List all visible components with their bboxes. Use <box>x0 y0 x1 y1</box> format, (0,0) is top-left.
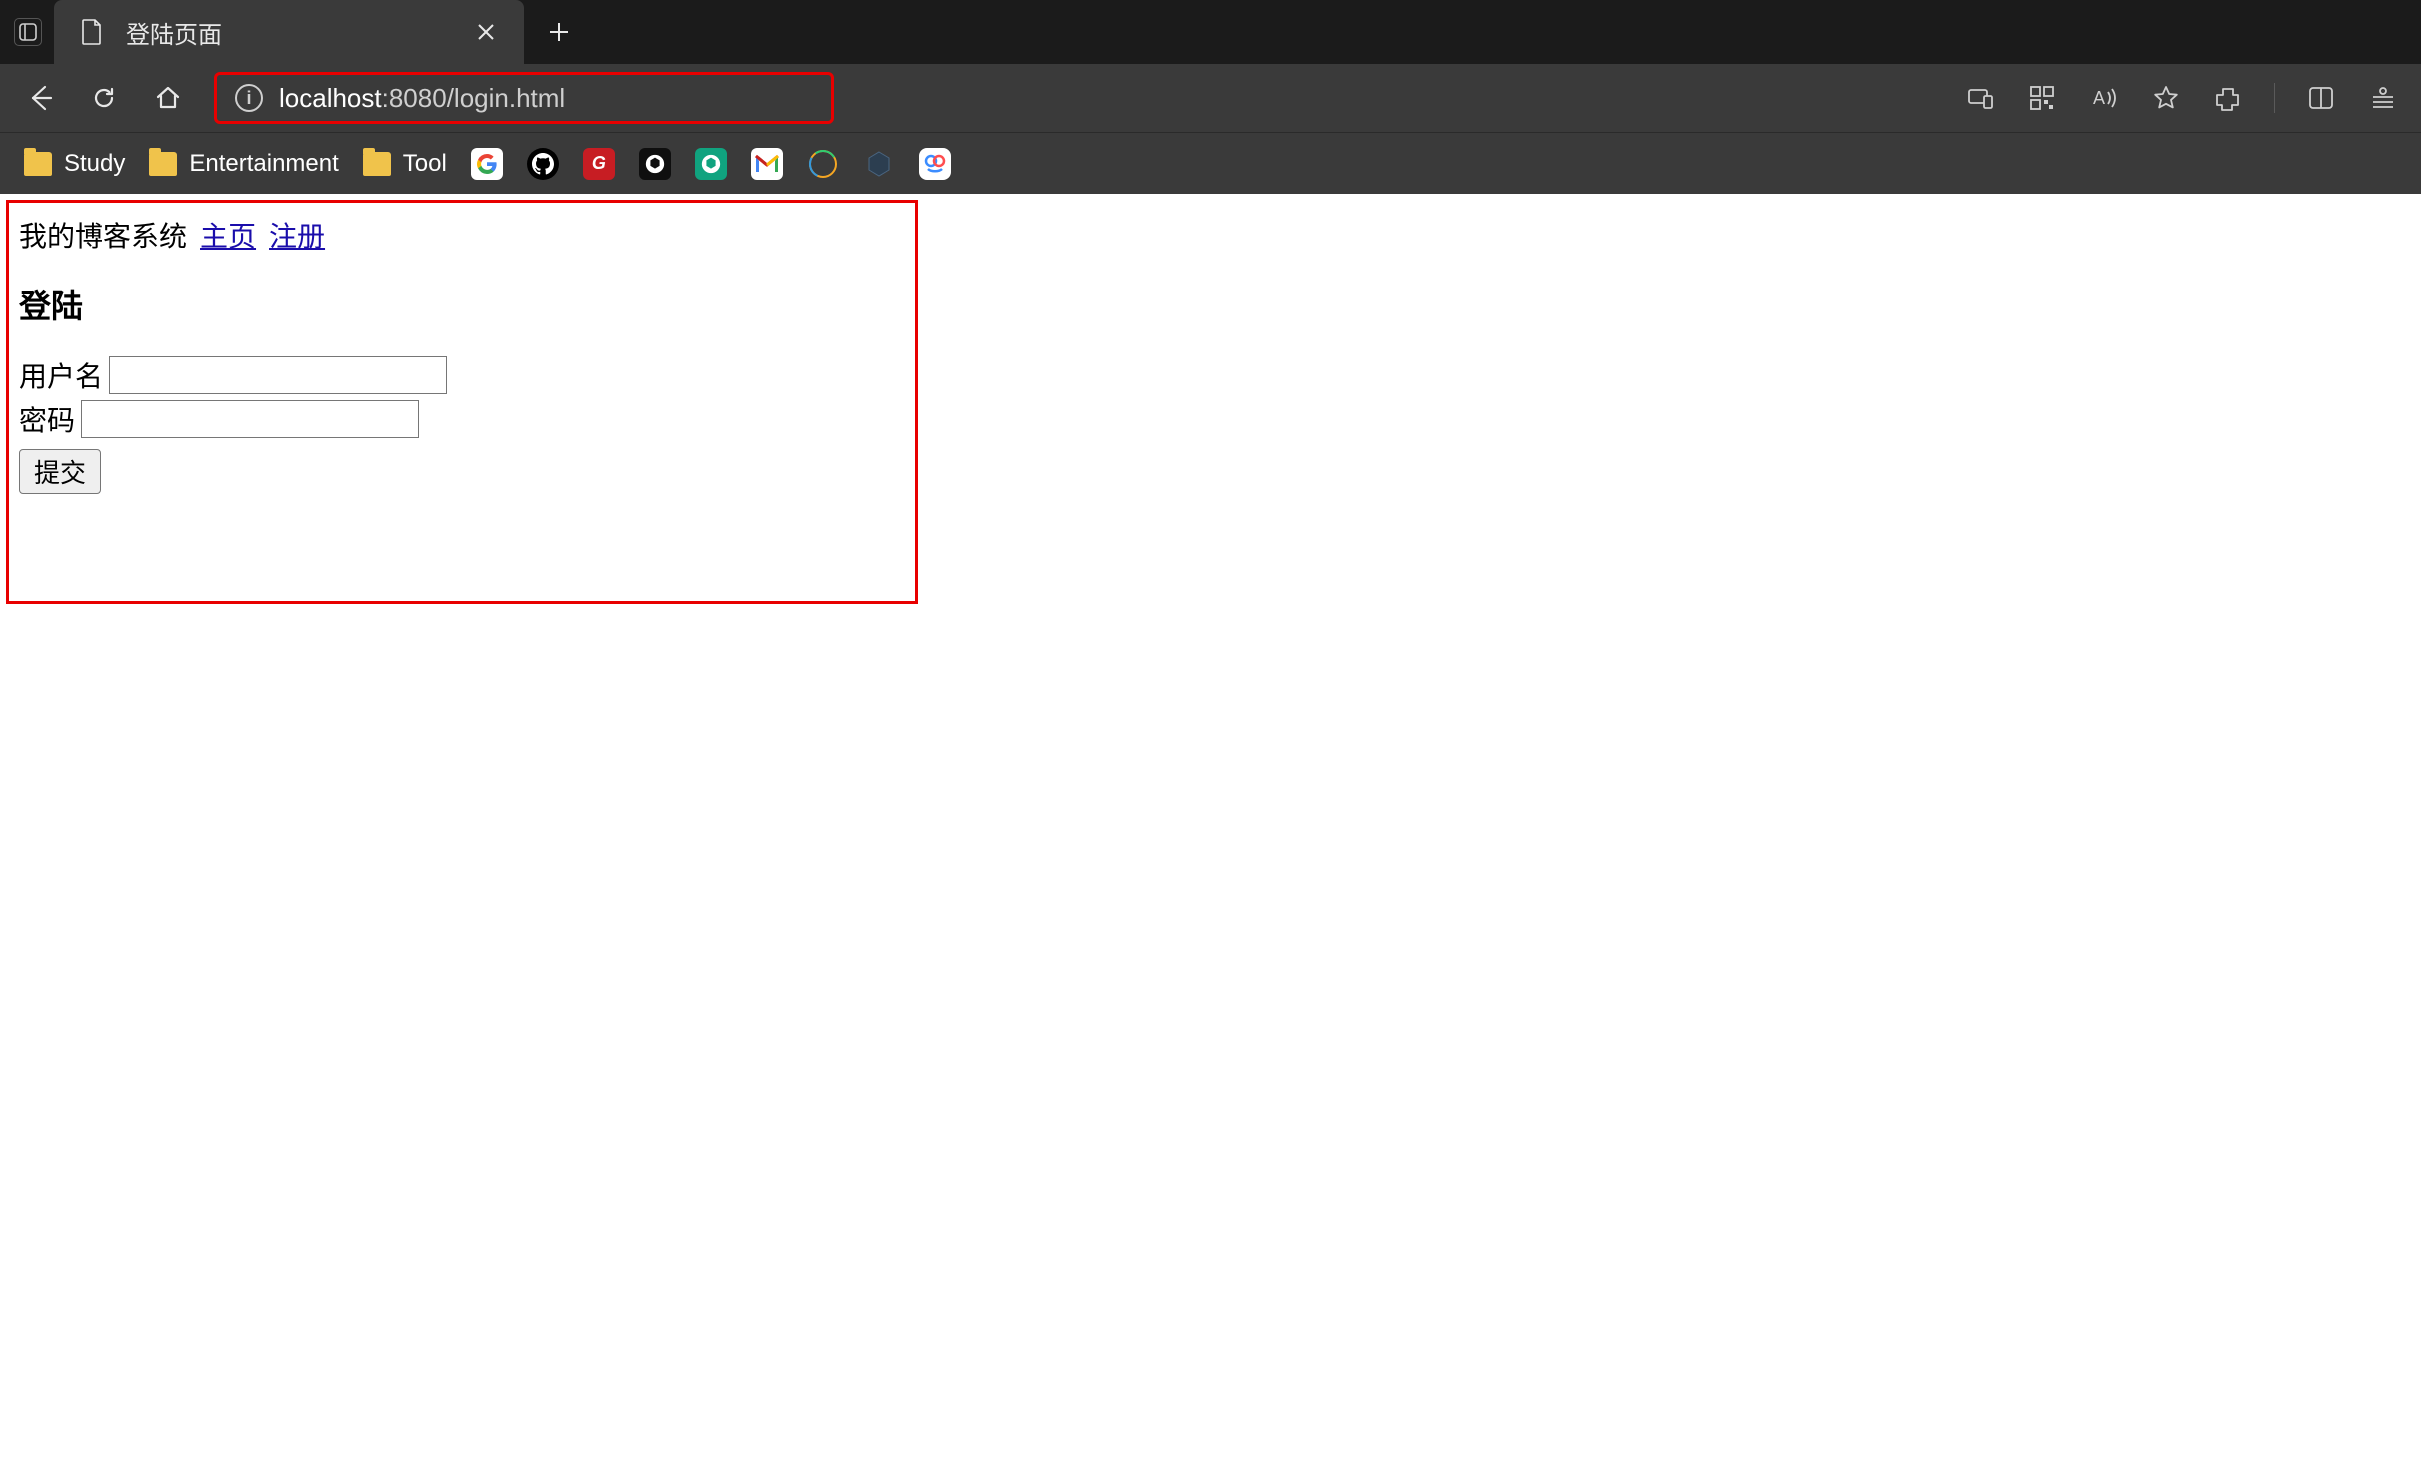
browser-toolbar: i localhost:8080/login.html A <box>0 64 2421 132</box>
plus-icon <box>548 21 570 43</box>
tab-actions-button[interactable] <box>14 18 42 46</box>
submit-button[interactable]: 提交 <box>19 449 101 494</box>
url-path: :8080/login.html <box>382 83 566 113</box>
tab-close-button[interactable] <box>472 18 500 46</box>
refresh-button[interactable] <box>86 80 122 116</box>
home-button[interactable] <box>150 80 186 116</box>
favorite-star-icon[interactable] <box>2150 82 2182 114</box>
nav-link-home[interactable]: 主页 <box>200 222 256 253</box>
close-icon <box>477 23 495 41</box>
extensions-icon[interactable] <box>2212 82 2244 114</box>
page-file-icon <box>78 18 106 46</box>
form-row-password: 密码 <box>19 399 905 439</box>
read-aloud-icon[interactable]: A <box>2088 82 2120 114</box>
bookmark-hexagon-icon[interactable] <box>863 148 895 180</box>
tab-actions-icon <box>19 23 37 41</box>
content-highlight-box: 我的博客系统 主页 注册 登陆 用户名 密码 提交 <box>6 200 918 604</box>
password-label: 密码 <box>19 399 75 439</box>
svg-text:A: A <box>2093 88 2105 108</box>
bookmarks-bar: Study Entertainment Tool G <box>0 132 2421 194</box>
toolbar-divider <box>2274 83 2275 113</box>
bookmark-label: Entertainment <box>189 150 338 178</box>
bookmark-folder-study[interactable]: Study <box>24 150 125 178</box>
username-label: 用户名 <box>19 355 103 395</box>
url-host: localhost <box>279 83 382 113</box>
bookmark-gmail-icon[interactable] <box>751 148 783 180</box>
page-heading: 登陆 <box>19 281 905 327</box>
bookmark-google-icon[interactable] <box>471 148 503 180</box>
address-bar[interactable]: i localhost:8080/login.html <box>214 72 834 124</box>
bookmark-github-icon[interactable] <box>527 148 559 180</box>
refresh-icon <box>90 84 118 112</box>
bookmark-openai-green-icon[interactable] <box>695 148 727 180</box>
password-input[interactable] <box>81 400 419 438</box>
bookmark-gitee-icon[interactable]: G <box>583 148 615 180</box>
bookmark-label: Study <box>64 150 125 178</box>
new-tab-button[interactable] <box>538 11 580 53</box>
bookmark-openai-dark-icon[interactable] <box>639 148 671 180</box>
arrow-left-icon <box>25 83 55 113</box>
home-icon <box>154 84 182 112</box>
folder-icon <box>24 152 52 176</box>
site-info-icon[interactable]: i <box>235 84 263 112</box>
folder-icon <box>363 152 391 176</box>
device-icon[interactable] <box>1964 82 1996 114</box>
back-button[interactable] <box>22 80 58 116</box>
form-row-username: 用户名 <box>19 355 905 395</box>
folder-icon <box>149 152 177 176</box>
collections-icon[interactable] <box>2367 82 2399 114</box>
browser-tab[interactable]: 登陆页面 <box>54 0 524 64</box>
qr-icon[interactable] <box>2026 82 2058 114</box>
split-screen-icon[interactable] <box>2305 82 2337 114</box>
page-nav: 我的博客系统 主页 注册 <box>19 215 905 255</box>
nav-link-register[interactable]: 注册 <box>269 222 325 253</box>
username-input[interactable] <box>109 356 447 394</box>
brand-text: 我的博客系统 <box>19 222 187 253</box>
bookmark-baidupan-icon[interactable] <box>919 148 951 180</box>
page-viewport: 我的博客系统 主页 注册 登陆 用户名 密码 提交 <box>0 194 2421 1469</box>
bookmark-folder-tool[interactable]: Tool <box>363 150 447 178</box>
browser-titlebar: 登陆页面 <box>0 0 2421 64</box>
bookmark-folder-entertainment[interactable]: Entertainment <box>149 150 338 178</box>
bookmark-cloud-icon[interactable] <box>807 148 839 180</box>
url-text: localhost:8080/login.html <box>279 83 565 114</box>
bookmark-label: Tool <box>403 150 447 178</box>
tab-title: 登陆页面 <box>126 15 472 50</box>
toolbar-right-icons: A <box>1964 82 2399 114</box>
